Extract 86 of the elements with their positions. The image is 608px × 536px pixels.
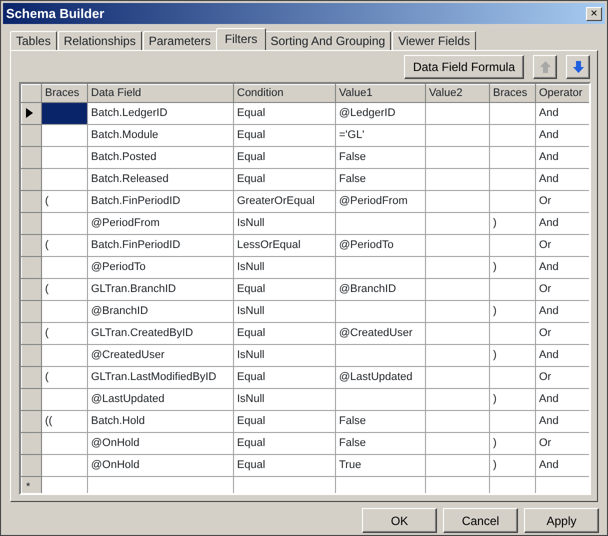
table-cell[interactable]: Batch.Posted	[88, 146, 234, 168]
table-cell[interactable]: @CreatedUser	[88, 344, 234, 366]
table-cell[interactable]: @PeriodFrom	[336, 190, 426, 212]
tab[interactable]: Sorting And Grouping	[264, 31, 392, 50]
table-cell[interactable]: )	[490, 256, 536, 278]
table-cell[interactable]: )	[490, 300, 536, 322]
tab[interactable]: Relationships	[58, 31, 142, 50]
table-cell[interactable]: (	[42, 278, 88, 300]
table-cell[interactable]: @CreatedUser	[336, 322, 426, 344]
move-up-button[interactable]	[533, 55, 557, 79]
table-cell[interactable]: Equal	[234, 278, 336, 300]
table-cell[interactable]: Batch.Released	[88, 168, 234, 190]
column-header[interactable]: Braces	[490, 84, 536, 102]
row-header[interactable]	[22, 102, 42, 124]
table-cell[interactable]: (	[42, 366, 88, 388]
table-cell[interactable]: Equal	[234, 124, 336, 146]
table-cell[interactable]: False	[336, 146, 426, 168]
table-cell[interactable]: GLTran.BranchID	[88, 278, 234, 300]
table-cell[interactable]: IsNull	[234, 344, 336, 366]
table-cell[interactable]: True	[336, 454, 426, 476]
table-cell[interactable]: (	[42, 322, 88, 344]
tab[interactable]: Parameters	[142, 31, 217, 50]
table-cell[interactable]: IsNull	[234, 212, 336, 234]
table-cell[interactable]: @OnHold	[88, 454, 234, 476]
new-row-marker: *	[26, 480, 30, 493]
table-cell[interactable]: @LastUpdated	[88, 388, 234, 410]
column-header[interactable]: Value1	[336, 84, 426, 102]
table-cell[interactable]: Equal	[234, 168, 336, 190]
table-cell[interactable]: Batch.FinPeriodID	[88, 234, 234, 256]
table-cell[interactable]: False	[336, 410, 426, 432]
tab[interactable]: Filters	[216, 28, 266, 50]
column-header[interactable]: Value2	[426, 84, 490, 102]
table-cell[interactable]: Equal	[234, 366, 336, 388]
table-cell[interactable]: ((	[42, 410, 88, 432]
selected-cell[interactable]	[42, 102, 88, 124]
column-header[interactable]: Condition	[234, 84, 336, 102]
table-cell[interactable]: )	[490, 388, 536, 410]
down-arrow-icon	[572, 61, 584, 73]
table-cell[interactable]: Batch.FinPeriodID	[88, 190, 234, 212]
table-cell[interactable]: Equal	[234, 454, 336, 476]
table-cell[interactable]: )	[490, 212, 536, 234]
table-cell[interactable]: Equal	[234, 102, 336, 124]
table-cell[interactable]: (	[42, 234, 88, 256]
move-down-button[interactable]	[566, 55, 590, 79]
data-field-formula-button[interactable]: Data Field Formula	[404, 55, 524, 79]
table-cell[interactable]: @LastUpdated	[336, 366, 426, 388]
table-cell[interactable]: @BranchID	[88, 300, 234, 322]
table-cell[interactable]: Equal	[234, 146, 336, 168]
table-cell[interactable]: @OnHold	[88, 432, 234, 454]
current-row-icon	[26, 108, 33, 118]
column-header[interactable]: Operator	[536, 84, 589, 102]
table-cell[interactable]: Equal	[234, 410, 336, 432]
table-cell[interactable]: Equal	[234, 432, 336, 454]
tab[interactable]: Viewer Fields	[392, 31, 476, 50]
table-cell[interactable]: )	[490, 432, 536, 454]
table-cell[interactable]: Batch.Hold	[88, 410, 234, 432]
dialog-button[interactable]: OK	[362, 508, 437, 533]
table-cell[interactable]: ='GL'	[336, 124, 426, 146]
table-cell[interactable]: False	[336, 168, 426, 190]
table-cell[interactable]: @PeriodTo	[336, 234, 426, 256]
table-cell[interactable]: IsNull	[234, 256, 336, 278]
column-header[interactable]: Data Field	[88, 84, 234, 102]
table-cell[interactable]: Batch.LedgerID	[88, 102, 234, 124]
up-arrow-icon	[540, 61, 550, 73]
table-cell[interactable]: Equal	[234, 322, 336, 344]
table-cell[interactable]: @LedgerID	[336, 102, 426, 124]
table-cell[interactable]: )	[490, 344, 536, 366]
table-cell[interactable]: IsNull	[234, 388, 336, 410]
dialog-button[interactable]: Apply	[524, 508, 599, 533]
table-cell[interactable]: IsNull	[234, 300, 336, 322]
table-cell[interactable]: @BranchID	[336, 278, 426, 300]
table-cell[interactable]: (	[42, 190, 88, 212]
table-cell[interactable]: LessOrEqual	[234, 234, 336, 256]
table-cell[interactable]: GLTran.CreatedByID	[88, 322, 234, 344]
column-header[interactable]: Braces	[42, 84, 88, 102]
close-button[interactable]: ×	[586, 6, 602, 20]
table-cell[interactable]: False	[336, 432, 426, 454]
table-cell[interactable]: Batch.Module	[88, 124, 234, 146]
table-cell[interactable]: @PeriodTo	[88, 256, 234, 278]
table-cell[interactable]: GreaterOrEqual	[234, 190, 336, 212]
table-cell[interactable]: GLTran.LastModifiedByID	[88, 366, 234, 388]
dialog-button[interactable]: Cancel	[443, 508, 518, 533]
table-cell[interactable]: @PeriodFrom	[88, 212, 234, 234]
tab[interactable]: Tables	[10, 31, 57, 50]
table-cell[interactable]: )	[490, 454, 536, 476]
window-title: Schema Builder	[6, 4, 104, 23]
